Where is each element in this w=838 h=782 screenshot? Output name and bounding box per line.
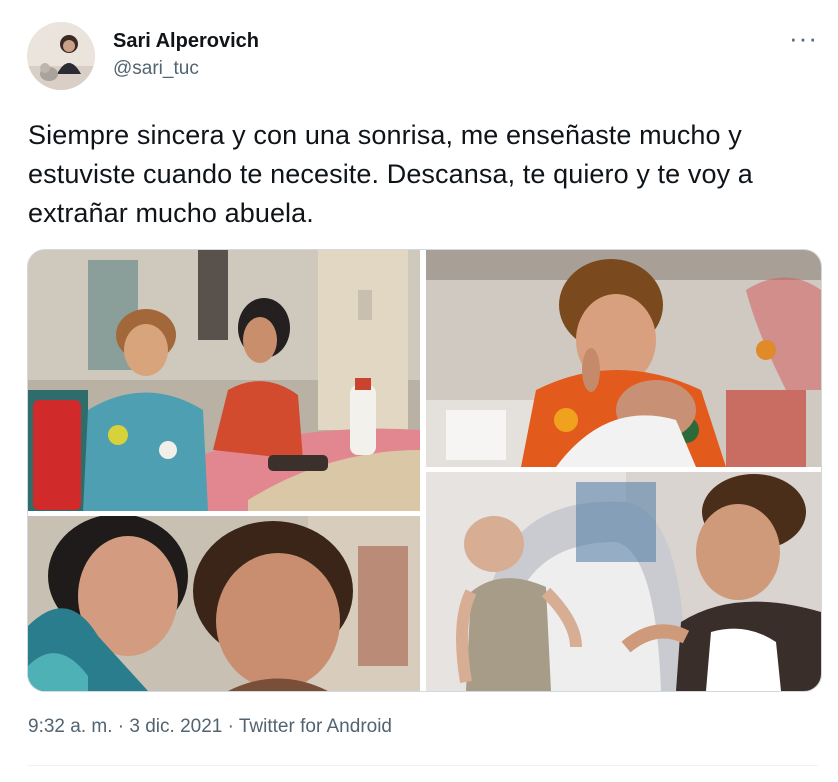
- photo-4-image: [426, 472, 821, 691]
- photo-1-image: [28, 250, 420, 511]
- photo-1[interactable]: [28, 250, 420, 511]
- photo-2[interactable]: [426, 250, 821, 467]
- author-handle[interactable]: @sari_tuc: [113, 58, 199, 80]
- avatar[interactable]: [27, 22, 95, 90]
- tweet-text: Siempre sincera y con una sonrisa, me en…: [28, 120, 753, 228]
- photo-3[interactable]: [28, 516, 420, 691]
- tweet-card: Sari Alperovich @sari_tuc ··· Siempre si…: [0, 0, 838, 782]
- divider: [28, 765, 818, 766]
- avatar-photo: [27, 22, 95, 90]
- photo-2-image: [426, 250, 821, 467]
- author-name[interactable]: Sari Alperovich: [113, 30, 259, 53]
- photo-3-image: [28, 516, 420, 691]
- media-grid: [27, 249, 822, 692]
- photo-4[interactable]: [426, 472, 821, 691]
- more-icon[interactable]: ···: [789, 25, 818, 51]
- tweet-timestamp[interactable]: 9:32 a. m. · 3 dic. 2021 · Twitter for A…: [28, 716, 392, 738]
